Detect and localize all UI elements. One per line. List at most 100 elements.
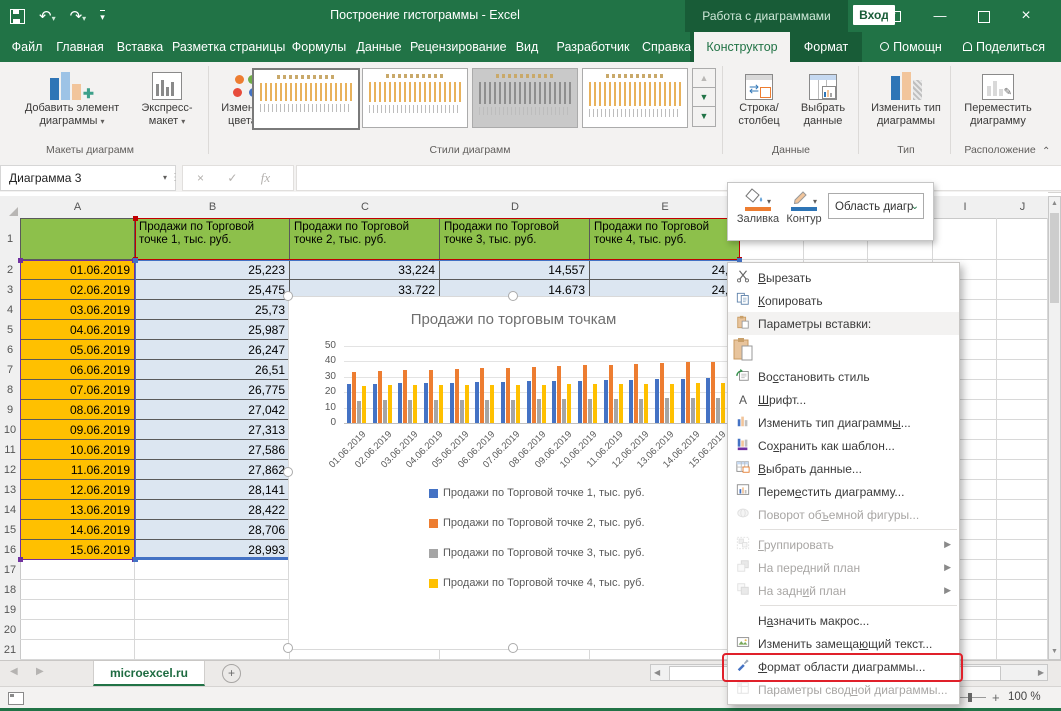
chart-bar[interactable] bbox=[567, 384, 571, 423]
menu-item-выбрать-данные[interactable]: Выбрать данные... bbox=[728, 457, 959, 480]
row-header-18[interactable]: 18 bbox=[0, 580, 21, 601]
ribbon-tab-вид[interactable]: Вид bbox=[510, 32, 544, 62]
cell-A4[interactable]: 03.06.2019 bbox=[20, 300, 135, 320]
menu-item-копировать[interactable]: Копировать bbox=[728, 289, 959, 312]
cell-A8[interactable]: 07.06.2019 bbox=[20, 380, 135, 400]
paste-option-button[interactable] bbox=[728, 335, 959, 365]
chart-bar[interactable] bbox=[706, 378, 710, 423]
ribbon-tab-формат[interactable]: Формат bbox=[794, 32, 858, 62]
row-header-2[interactable]: 2 bbox=[0, 260, 21, 281]
chart-bar[interactable] bbox=[347, 384, 351, 423]
row-header-15[interactable]: 15 bbox=[0, 520, 21, 541]
chart-bar[interactable] bbox=[429, 370, 433, 423]
fill-button[interactable]: ▾ Заливка bbox=[736, 188, 780, 225]
cell-A6[interactable]: 05.06.2019 bbox=[20, 340, 135, 360]
chart-bar[interactable] bbox=[665, 398, 669, 423]
cell-A14[interactable]: 13.06.2019 bbox=[20, 500, 135, 520]
chart-bar[interactable] bbox=[562, 399, 566, 423]
save-icon[interactable] bbox=[10, 9, 25, 24]
row-header-17[interactable]: 17 bbox=[0, 560, 21, 581]
chart-bar[interactable] bbox=[439, 385, 443, 423]
cell-A7[interactable]: 06.06.2019 bbox=[20, 360, 135, 380]
ribbon-tab-помощн[interactable]: Помощн bbox=[866, 32, 956, 62]
ribbon-tab-рецензирование[interactable]: Рецензирование bbox=[410, 32, 506, 62]
chart-bar[interactable] bbox=[532, 367, 536, 423]
menu-item-шрифт[interactable]: АШрифт... bbox=[728, 388, 959, 411]
chart-bar[interactable] bbox=[383, 400, 387, 423]
cell-D2[interactable]: 14,557 bbox=[440, 260, 590, 280]
chart-bar[interactable] bbox=[434, 400, 438, 423]
ribbon-display-options-icon[interactable]: ⌃ bbox=[880, 1, 908, 31]
chart-bar[interactable] bbox=[527, 381, 531, 423]
row-header-20[interactable]: 20 bbox=[0, 620, 21, 641]
chart-bar[interactable] bbox=[413, 385, 417, 423]
gallery-expand-icon[interactable]: ▼ bbox=[692, 106, 716, 127]
cell-A12[interactable]: 11.06.2019 bbox=[20, 460, 135, 480]
chart-bar[interactable] bbox=[511, 400, 515, 423]
chart-bar[interactable] bbox=[639, 399, 643, 423]
menu-item-формат-области-диаграммы[interactable]: Формат области диаграммы... bbox=[728, 655, 959, 678]
new-sheet-icon[interactable]: + bbox=[222, 664, 241, 683]
cell-B6[interactable]: 26,247 bbox=[135, 340, 290, 360]
chart-bar[interactable] bbox=[711, 362, 715, 423]
chart-bar[interactable] bbox=[588, 399, 592, 423]
cell-C1[interactable]: Продажи по Торговой точке 2, тыс. руб. bbox=[290, 218, 440, 260]
undo-icon[interactable]: ↶▾ bbox=[39, 7, 56, 25]
chart-bar[interactable] bbox=[604, 380, 608, 423]
column-header-I[interactable]: I bbox=[933, 196, 998, 219]
chart-style-thumbnail-4[interactable] bbox=[582, 68, 688, 128]
chart-bar[interactable] bbox=[424, 383, 428, 423]
chart-bar[interactable] bbox=[542, 385, 546, 423]
menu-item-вырезать[interactable]: Вырезать bbox=[728, 266, 959, 289]
cell-B1[interactable]: Продажи по Торговой точке 1, тыс. руб. bbox=[135, 218, 290, 260]
chart-bar[interactable] bbox=[629, 380, 633, 423]
sheet-tab[interactable]: microexcel.ru bbox=[93, 661, 205, 686]
chart-bar[interactable] bbox=[686, 362, 690, 423]
cell-A13[interactable]: 12.06.2019 bbox=[20, 480, 135, 500]
chart-style-thumbnail-3[interactable] bbox=[472, 68, 578, 128]
cell-B2[interactable]: 25,223 bbox=[135, 260, 290, 280]
cell-B7[interactable]: 26,51 bbox=[135, 360, 290, 380]
chart-style-thumbnail-2[interactable] bbox=[362, 68, 468, 128]
cell-B9[interactable]: 27,042 bbox=[135, 400, 290, 420]
hscroll-left-icon[interactable]: ◀ bbox=[654, 668, 660, 677]
cell-B4[interactable]: 25,73 bbox=[135, 300, 290, 320]
chart-bar[interactable] bbox=[485, 400, 489, 423]
cell-B8[interactable]: 26,775 bbox=[135, 380, 290, 400]
select-all-corner[interactable] bbox=[0, 196, 21, 219]
row-header-7[interactable]: 7 bbox=[0, 360, 21, 381]
row-header-13[interactable]: 13 bbox=[0, 480, 21, 501]
chart-bar[interactable] bbox=[362, 386, 366, 423]
name-box[interactable]: Диаграмма 3▾ bbox=[0, 165, 176, 191]
sheet-nav-next-icon[interactable]: ▶ bbox=[36, 666, 44, 677]
ribbon-tab-разметка страницы[interactable]: Разметка страницы bbox=[172, 32, 284, 62]
scroll-down-icon[interactable]: ▼ bbox=[1049, 645, 1060, 659]
cell-A9[interactable]: 08.06.2019 bbox=[20, 400, 135, 420]
chart-bar[interactable] bbox=[537, 399, 541, 423]
chart-bar[interactable] bbox=[552, 381, 556, 423]
chart-bar[interactable] bbox=[378, 371, 382, 423]
chart-bar[interactable] bbox=[373, 384, 377, 423]
legend-item[interactable]: Продажи по Торговой точке 3, тыс. руб. bbox=[429, 547, 645, 559]
chart-bar[interactable] bbox=[398, 383, 402, 423]
ribbon-tab-вставка[interactable]: Вставка bbox=[114, 32, 166, 62]
chart-bar[interactable] bbox=[490, 385, 494, 423]
row-header-10[interactable]: 10 bbox=[0, 420, 21, 441]
chart-bar[interactable] bbox=[352, 372, 356, 423]
quick-layout-button[interactable]: Экспресс-макет ▾ bbox=[134, 66, 200, 128]
outline-button[interactable]: ▾ Контур bbox=[782, 188, 826, 225]
ribbon-tab-справка[interactable]: Справка bbox=[642, 32, 688, 62]
chart-bar[interactable] bbox=[465, 385, 469, 423]
row-header-19[interactable]: 19 bbox=[0, 600, 21, 621]
zoom-level[interactable]: 100 % bbox=[1008, 691, 1041, 703]
vertical-scroll-thumb[interactable] bbox=[1050, 213, 1059, 303]
column-header-C[interactable]: C bbox=[290, 196, 441, 219]
chart-bar[interactable] bbox=[716, 398, 720, 423]
chart-bar[interactable] bbox=[583, 365, 587, 423]
chart-bar[interactable] bbox=[614, 399, 618, 423]
cell-B3[interactable]: 25,475 bbox=[135, 280, 290, 300]
chart-bar[interactable] bbox=[691, 398, 695, 423]
chart-bar[interactable] bbox=[357, 401, 361, 423]
chart-bar[interactable] bbox=[681, 379, 685, 423]
hscroll-right-icon[interactable]: ▶ bbox=[1038, 668, 1044, 677]
